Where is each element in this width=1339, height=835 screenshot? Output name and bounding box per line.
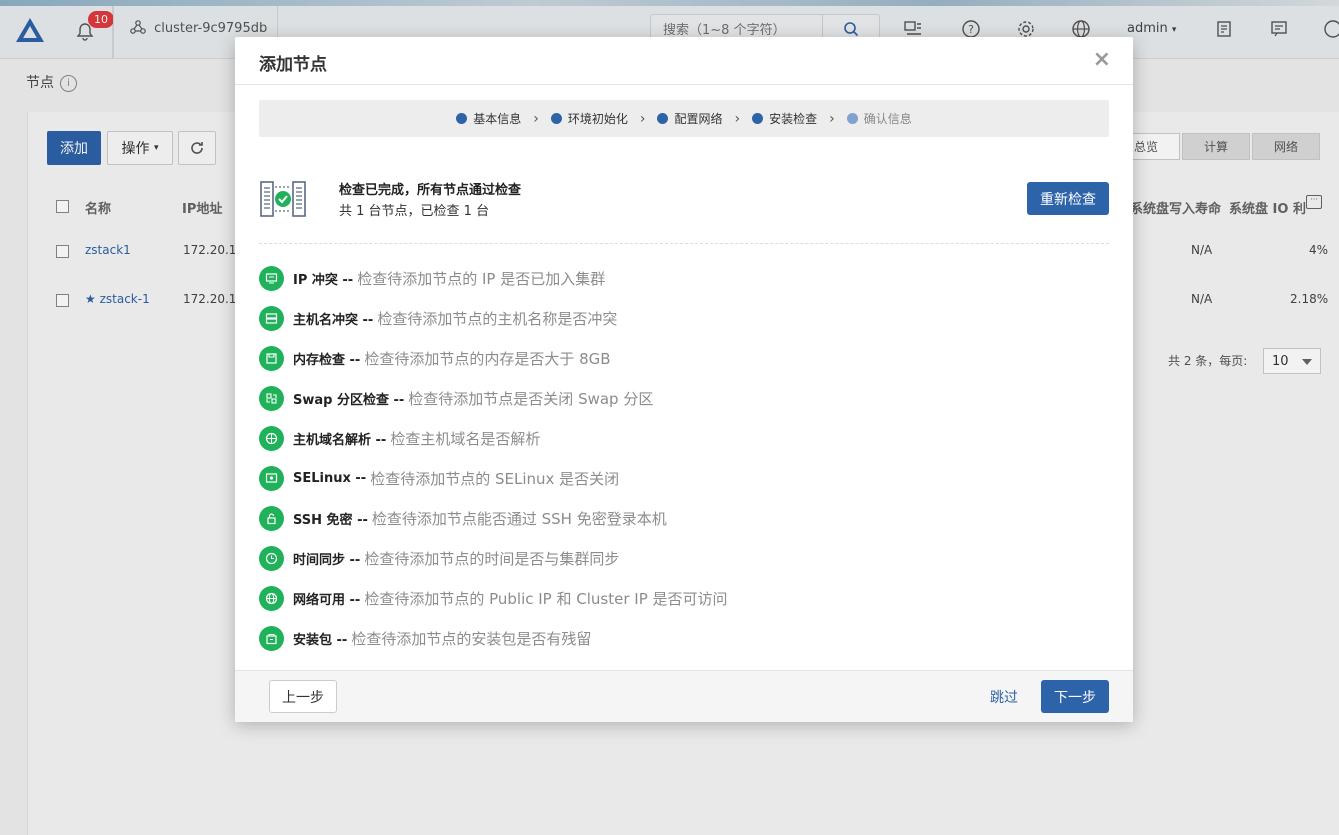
dialog-header: 添加节点 × <box>235 37 1133 85</box>
check-description: 检查待添加节点的时间是否与集群同步 <box>364 549 620 568</box>
check-name: 内存检查 -- <box>293 352 361 368</box>
check-name: IP 冲突 -- <box>293 272 354 288</box>
chevron-right-icon: › <box>639 110 646 127</box>
step-dot <box>846 113 858 124</box>
step-basic-info: 基本信息 <box>456 110 521 127</box>
check-description: 检查待添加节点的主机名称是否冲突 <box>377 309 618 328</box>
chevron-right-icon: › <box>829 110 835 127</box>
check-summary-subtitle: 共 1 台节点，已检查 1 台 <box>339 204 490 219</box>
list-item: SELinux -- 检查待添加节点的 SELinux 是否关闭 <box>259 458 1109 498</box>
previous-step-button[interactable]: 上一步 <box>269 680 337 713</box>
list-item: 主机域名解析 -- 检查主机域名是否解析 <box>259 418 1109 458</box>
check-description: 检查待添加节点的 Public IP 和 Cluster IP 是否可访问 <box>364 589 728 608</box>
dialog-title: 添加节点 <box>259 55 327 75</box>
list-item: Swap 分区检查 -- 检查待添加节点是否关闭 Swap 分区 <box>259 378 1109 418</box>
list-item: SSH 免密 -- 检查待添加节点能否通过 SSH 免密登录本机 <box>259 498 1109 538</box>
add-node-dialog: 添加节点 × 基本信息 › 环境初始化 › 配置网络 › 安装检查 › 确认信息… <box>235 37 1133 722</box>
server-icon <box>259 305 284 331</box>
check-description: 检查待添加节点的安装包是否有残留 <box>351 629 592 648</box>
divider <box>259 243 1109 244</box>
check-description: 检查待添加节点能否通过 SSH 免密登录本机 <box>371 509 667 528</box>
list-item: 时间同步 -- 检查待添加节点的时间是否与集群同步 <box>259 538 1109 578</box>
globe-icon <box>259 425 284 451</box>
check-description: 检查主机域名是否解析 <box>390 429 541 448</box>
step-dot <box>657 113 669 124</box>
check-list: IP 冲突 -- 检查待添加节点的 IP 是否已加入集群 主机名冲突 -- 检查待添… <box>259 258 1109 658</box>
check-description: 检查待添加节点的内存是否大于 8GB <box>364 349 611 368</box>
package-icon <box>259 625 284 651</box>
wizard-steps: 基本信息 › 环境初始化 › 配置网络 › 安装检查 › 确认信息 <box>259 100 1109 137</box>
network-icon <box>259 585 284 611</box>
close-icon[interactable]: × <box>1093 47 1111 72</box>
check-description: 检查待添加节点的 SELinux 是否关闭 <box>370 469 620 488</box>
clock-icon <box>259 545 284 571</box>
step-dot <box>550 113 562 124</box>
partition-icon <box>259 385 284 411</box>
chevron-right-icon: › <box>533 110 539 127</box>
check-description: 检查待添加节点的 IP 是否已加入集群 <box>357 269 606 288</box>
check-name: 网络可用 -- <box>293 592 361 608</box>
chevron-right-icon: › <box>734 110 741 127</box>
check-name: SSH 免密 -- <box>293 512 368 528</box>
check-description: 检查待添加节点是否关闭 Swap 分区 <box>408 389 654 408</box>
memory-icon <box>259 345 284 371</box>
list-item: 安装包 -- 检查待添加节点的安装包是否有残留 <box>259 618 1109 658</box>
step-network-config: 配置网络 <box>657 110 723 127</box>
list-item: 内存检查 -- 检查待添加节点的内存是否大于 8GB <box>259 338 1109 378</box>
shield-screen-icon <box>259 465 284 491</box>
check-name: 时间同步 -- <box>293 552 361 568</box>
dialog-footer: 上一步 跳过 下一步 <box>235 670 1133 722</box>
step-install-check: 安装检查 <box>752 110 817 127</box>
check-name: 主机域名解析 -- <box>293 432 387 448</box>
list-item: 主机名冲突 -- 检查待添加节点的主机名称是否冲突 <box>259 298 1109 338</box>
step-env-init: 环境初始化 <box>550 110 628 127</box>
check-name: Swap 分区检查 -- <box>293 392 405 408</box>
step-confirm: 确认信息 <box>846 110 912 127</box>
check-name: 安装包 -- <box>293 632 348 648</box>
check-name: 主机名冲突 -- <box>293 312 374 328</box>
step-dot <box>752 113 764 124</box>
lock-icon <box>259 505 284 531</box>
step-dot <box>456 113 468 124</box>
check-summary-title: 检查已完成，所有节点通过检查 <box>339 183 522 198</box>
next-step-button[interactable]: 下一步 <box>1041 680 1109 713</box>
check-name: SELinux -- <box>293 470 367 486</box>
monitor-icon <box>259 265 284 291</box>
list-item: 网络可用 -- 检查待添加节点的 Public IP 和 Cluster IP 是… <box>259 578 1109 618</box>
list-item: IP 冲突 -- 检查待添加节点的 IP 是否已加入集群 <box>259 258 1109 298</box>
skip-link[interactable]: 跳过 <box>990 687 1018 707</box>
server-check-icon <box>260 181 306 217</box>
recheck-button[interactable]: 重新检查 <box>1027 182 1109 215</box>
